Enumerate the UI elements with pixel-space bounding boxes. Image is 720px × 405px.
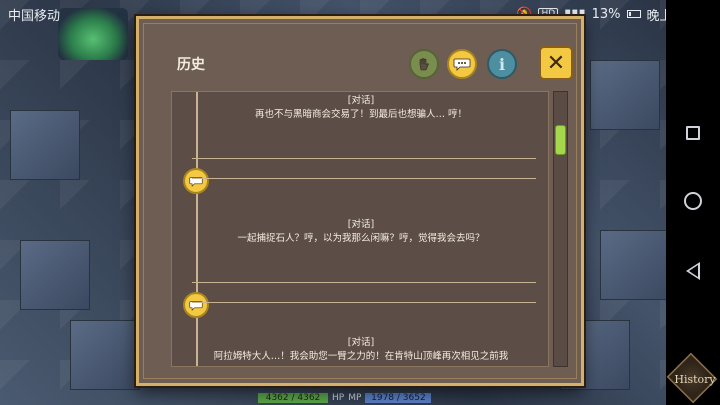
- divider: [192, 158, 536, 159]
- bg-tile: [20, 240, 90, 310]
- entry-text: 一起捕捉石人？哼，以为我那么闲嘛？哼，觉得我会去吗？: [237, 233, 485, 244]
- hp-bar: 4362 / 4362: [258, 392, 328, 403]
- entry-tag: [对话]: [347, 95, 375, 106]
- info-icon[interactable]: i: [487, 49, 517, 79]
- scroll-thumb[interactable]: [555, 125, 566, 155]
- mp-value: 1978 / 3652: [371, 392, 426, 403]
- close-button[interactable]: ✕: [539, 46, 573, 80]
- hp-value: 4362 / 4362: [265, 392, 321, 403]
- carrier-label: 中国移动: [8, 8, 61, 24]
- hand-icon[interactable]: [409, 49, 439, 79]
- history-list[interactable]: [对话] 再也不与黑暗商会交易了！到最后也想骗人… 哼！ [对话] 一起捕捉石人…: [171, 91, 549, 367]
- history-dialog: 历史 i ✕ [对话] 再也不与黑暗商会交易了！到最后也想骗人… 哼！ [对话]…: [136, 16, 584, 386]
- list-item: [对话] 阿拉姆特大人…！我会助您一臂之力的！在肯特山顶峰再次相见之前我: [172, 336, 548, 364]
- hp-label: HP: [332, 392, 345, 403]
- mp-bar: 1978 / 3652: [365, 392, 432, 403]
- bg-tile: [590, 60, 660, 130]
- recent-apps-icon[interactable]: [686, 125, 700, 140]
- chat-marker-icon: [183, 292, 209, 318]
- divider: [192, 178, 536, 179]
- scrollbar[interactable]: [553, 91, 568, 367]
- dialog-title: 历史: [177, 57, 205, 73]
- home-icon[interactable]: [684, 191, 702, 210]
- chat-marker-icon: [183, 168, 209, 194]
- battery-icon: [626, 10, 641, 18]
- bg-tile: [70, 320, 140, 390]
- battery-percent: 13%: [591, 6, 621, 22]
- back-icon[interactable]: [686, 261, 700, 280]
- entry-tag: [对话]: [347, 219, 375, 230]
- bg-tile: [10, 110, 80, 180]
- list-item: [对话] 再也不与黑暗商会交易了！到最后也想骗人… 哼！: [172, 94, 548, 122]
- entry-text: 再也不与黑暗商会交易了！到最后也想骗人… 哼！: [254, 109, 468, 120]
- android-nav-bar: [666, 0, 720, 405]
- entry-text: 阿拉姆特大人…！我会助您一臂之力的！在肯特山顶峰再次相见之前我: [213, 351, 509, 362]
- mp-label: MP: [348, 392, 362, 403]
- player-hud: 4362 / 4362 HP MP 1978 / 3652: [258, 390, 432, 405]
- divider: [192, 302, 536, 303]
- history-button-label[interactable]: History: [672, 373, 718, 386]
- chat-icon[interactable]: [447, 49, 477, 79]
- divider: [192, 282, 536, 283]
- bg-tile: [600, 230, 666, 300]
- list-item: [对话] 一起捕捉石人？哼，以为我那么闲嘛？哼，觉得我会去吗？: [172, 218, 548, 246]
- entry-tag: [对话]: [347, 337, 375, 348]
- close-icon: ✕: [546, 50, 566, 76]
